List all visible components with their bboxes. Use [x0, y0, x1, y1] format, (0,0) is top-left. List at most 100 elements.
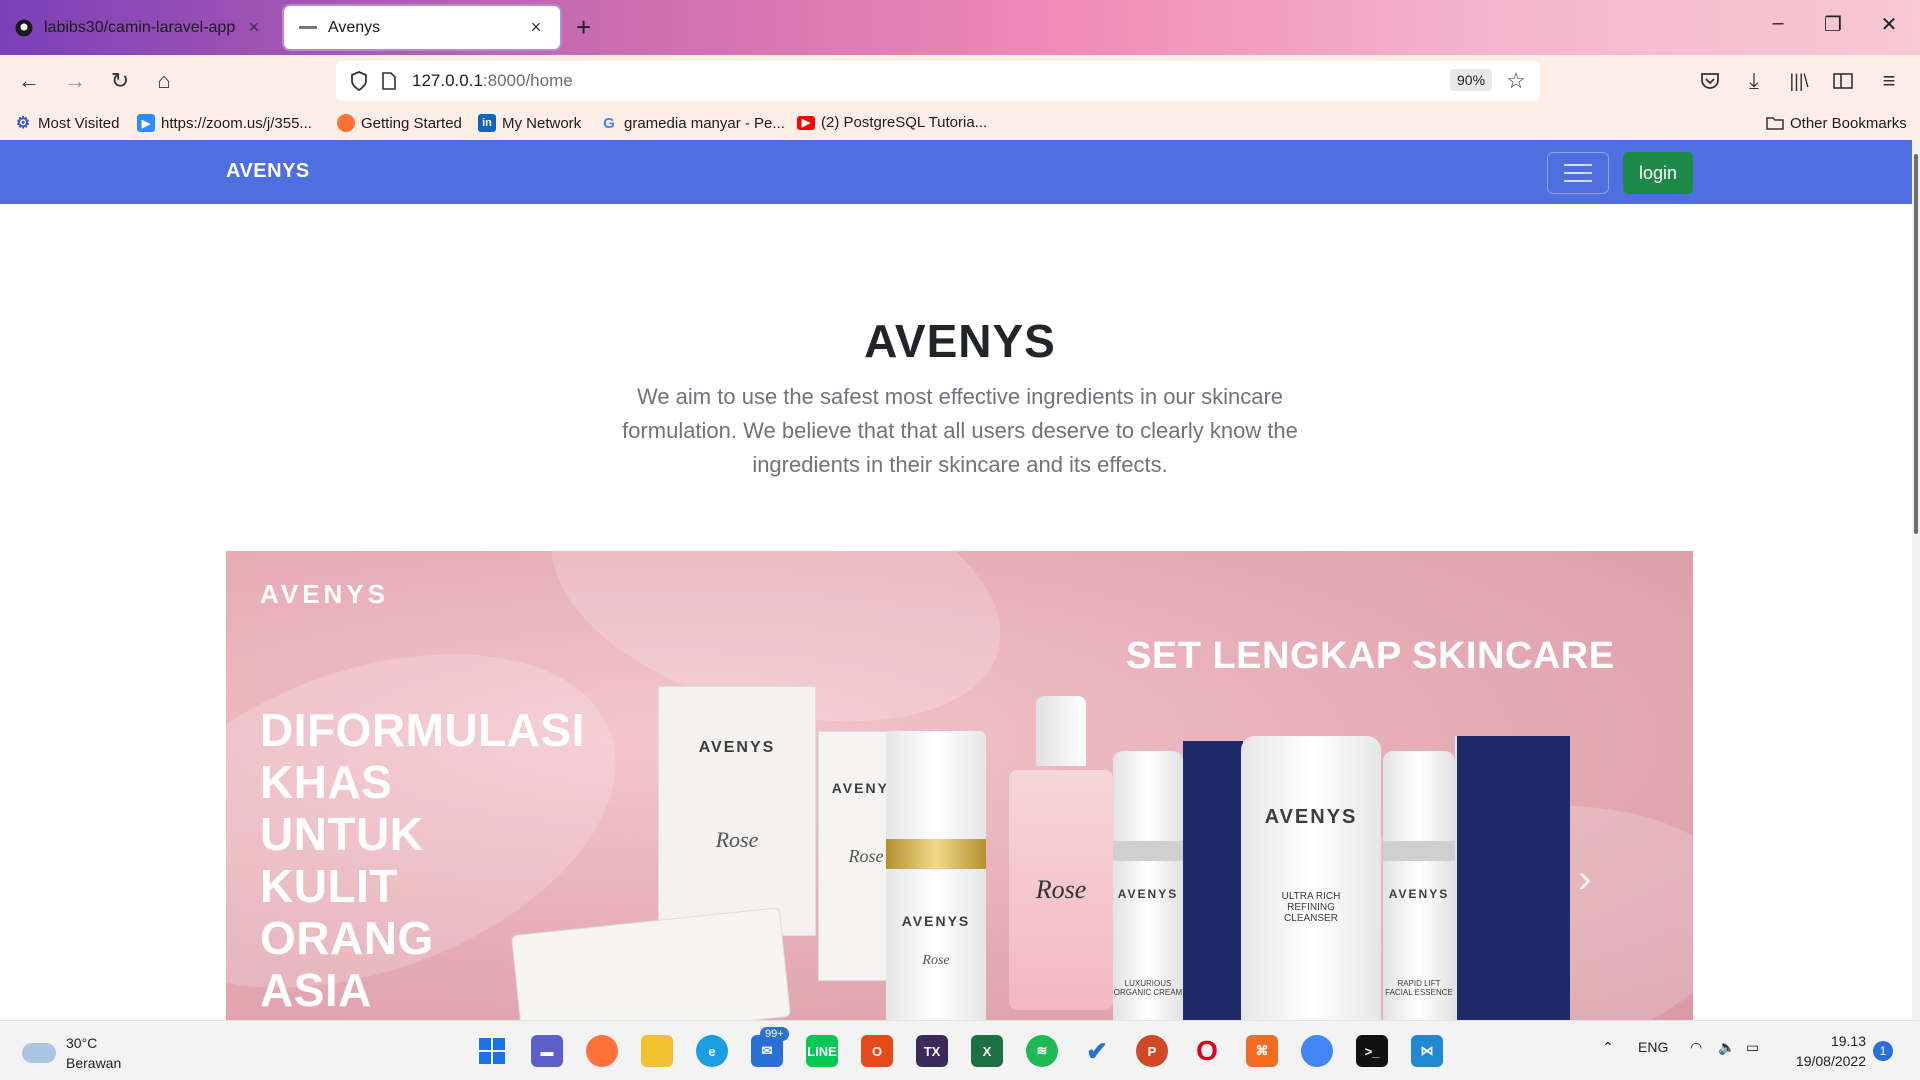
gear-icon: ⚙ — [15, 115, 31, 132]
weather-desc: Berawan — [66, 1055, 122, 1071]
page-icon[interactable] — [376, 68, 402, 94]
product-bottle-rose: AVENYS Rose — [886, 731, 986, 1020]
bookmark-label: Other Bookmarks — [1790, 114, 1907, 132]
linkedin-icon: in — [478, 114, 496, 132]
folder-icon — [1766, 114, 1784, 132]
texstudio-icon[interactable]: TX — [916, 1035, 948, 1067]
chevron-up-icon[interactable]: ⌃ — [1602, 1039, 1614, 1056]
xampp-icon[interactable]: ⌘ — [1246, 1035, 1278, 1067]
zoom-icon: ▶ — [137, 114, 155, 132]
powerpoint-icon[interactable]: P — [1136, 1035, 1168, 1067]
zoom-level[interactable]: 90% — [1450, 69, 1493, 91]
todo-icon[interactable]: ✔ — [1081, 1035, 1113, 1067]
product-pump-rose: Rose — [1009, 696, 1113, 1020]
url-text[interactable]: 127.0.0.1:8000/home — [412, 71, 573, 91]
office-icon[interactable]: O — [861, 1035, 893, 1067]
product-box-navy-right — [1455, 736, 1570, 1020]
vscode-icon[interactable]: ⋈ — [1411, 1035, 1443, 1067]
navbar-brand[interactable]: AVENYS — [226, 160, 310, 183]
product-tube-cleanser: AVENYS ULTRA RICH REFINING CLEANSER — [1241, 736, 1381, 1020]
google-icon: G — [603, 114, 615, 132]
shield-icon[interactable] — [346, 68, 372, 94]
browser-tab-bar: labibs30/camin-laravel-app × Avenys × + … — [0, 0, 1920, 55]
bookmark-zoom[interactable]: ▶ https://zoom.us/j/355... — [137, 114, 312, 132]
bookmark-most-visited[interactable]: ⚙ Most Visited — [14, 114, 120, 133]
carousel-next-icon[interactable]: › — [1578, 857, 1591, 902]
bookmark-my-network[interactable]: in My Network — [478, 114, 581, 132]
download-icon[interactable]: ⤓ — [1741, 68, 1767, 94]
youtube-icon: ▶ — [797, 115, 815, 130]
clock-date: 19/08/2022 — [1795, 1053, 1866, 1069]
reload-icon[interactable]: ↻ — [107, 68, 133, 94]
tab-title: labibs30/camin-laravel-app — [44, 18, 236, 36]
home-icon[interactable]: ⌂ — [151, 68, 177, 94]
chrome-icon[interactable] — [1301, 1035, 1333, 1067]
bookmark-label: My Network — [502, 114, 582, 132]
firefox-taskbar-icon[interactable] — [586, 1035, 618, 1067]
bookmark-other[interactable]: Other Bookmarks — [1766, 114, 1907, 132]
notification-badge[interactable]: 1 — [1873, 1041, 1893, 1061]
bookmark-postgresql[interactable]: ▶ (2) PostgreSQL Tutoria... — [797, 114, 987, 131]
new-tab-button[interactable]: + — [576, 12, 591, 43]
product-banner: AVENYS SET LENGKAP SKINCARE DIFORMULASI … — [226, 551, 1693, 1020]
banner-set-text: SET LENGKAP SKINCARE — [1126, 635, 1615, 677]
cloud-icon — [22, 1043, 56, 1063]
language-indicator[interactable]: ENG — [1638, 1039, 1668, 1055]
navbar-toggler-button[interactable] — [1547, 152, 1609, 194]
spotify-icon[interactable]: ≋ — [1026, 1035, 1058, 1067]
bookmark-label: (2) PostgreSQL Tutoria... — [821, 114, 988, 131]
system-clock[interactable]: 19.13 19/08/2022 — [1782, 1031, 1866, 1071]
product-box-navy-left — [1183, 741, 1243, 1020]
library-icon[interactable]: |||\ — [1786, 68, 1812, 94]
line-icon[interactable]: LINE — [806, 1035, 838, 1067]
opera-icon[interactable]: O — [1191, 1035, 1223, 1067]
bookmarks-bar: ⚙ Most Visited ▶ https://zoom.us/j/355..… — [0, 107, 1920, 140]
windows-taskbar: 30°C Berawan ▬ e ✉ 99+ LINE O TX X ≋ ✔ P… — [0, 1020, 1920, 1080]
tab-title: Avenys — [328, 18, 381, 36]
pocket-icon[interactable] — [1697, 68, 1723, 94]
tab-avenys[interactable]: Avenys × — [284, 6, 560, 49]
site-navbar: AVENYS login — [0, 140, 1920, 204]
file-explorer-icon[interactable] — [641, 1035, 673, 1067]
github-icon — [14, 18, 34, 38]
product-box-rose: AVENYS Rose — [658, 686, 816, 936]
weather-widget[interactable]: 30°C Berawan — [22, 1033, 121, 1073]
avenys-favicon — [298, 18, 318, 38]
minimize-icon[interactable]: – — [1763, 12, 1793, 35]
star-bookmark-icon[interactable]: ☆ — [1503, 68, 1529, 94]
close-tab-icon[interactable]: × — [526, 17, 546, 38]
product-bottle-essence: AVENYS RAPID LIFT FACIAL ESSENCE — [1383, 751, 1455, 1020]
close-tab-icon[interactable]: × — [244, 17, 264, 38]
teams-chat-icon[interactable]: ▬ — [531, 1035, 563, 1067]
page-title: AVENYS — [864, 315, 1056, 367]
menu-icon[interactable]: ≡ — [1876, 68, 1902, 94]
browser-toolbar: ← → ↻ ⌂ 127.0.0.1:8000/home 90% ☆ ⤓ |||\… — [0, 55, 1920, 107]
close-window-icon[interactable]: ✕ — [1874, 12, 1904, 37]
bookmark-label: Most Visited — [38, 114, 120, 132]
excel-icon[interactable]: X — [971, 1035, 1003, 1067]
banner-logo: AVENYS — [260, 579, 389, 609]
firefox-icon — [337, 114, 355, 132]
weather-temp: 30°C — [66, 1035, 98, 1051]
terminal-icon[interactable]: >_ — [1356, 1035, 1388, 1067]
mail-badge: 99+ — [760, 1027, 789, 1041]
volume-icon[interactable]: 🔈 — [1718, 1039, 1735, 1056]
forward-icon[interactable]: → — [62, 68, 88, 94]
sidebar-icon[interactable] — [1830, 68, 1856, 94]
hero-description: We aim to use the safest most effective … — [622, 384, 1298, 477]
bookmark-label: https://zoom.us/j/355... — [161, 114, 312, 132]
windows-start-icon[interactable] — [476, 1035, 508, 1067]
wifi-icon[interactable]: ◠ — [1690, 1039, 1702, 1056]
tab-github[interactable]: labibs30/camin-laravel-app × — [0, 6, 278, 49]
url-bar[interactable]: 127.0.0.1:8000/home 90% ☆ — [336, 61, 1540, 101]
back-icon[interactable]: ← — [16, 68, 42, 94]
bookmark-getting-started[interactable]: Getting Started — [337, 114, 462, 132]
bookmark-label: gramedia manyar - Pe... — [624, 114, 785, 132]
restore-icon[interactable]: ❐ — [1818, 12, 1848, 37]
edge-icon[interactable]: e — [696, 1035, 728, 1067]
battery-icon[interactable]: ▭ — [1746, 1039, 1759, 1056]
clock-time: 19.13 — [1830, 1033, 1866, 1049]
login-button[interactable]: login — [1623, 152, 1693, 194]
product-bottle-organic-cream: AVENYS LUXURIOUS ORGANIC CREAM — [1113, 751, 1183, 1020]
bookmark-gramedia[interactable]: G gramedia manyar - Pe... — [600, 114, 785, 132]
